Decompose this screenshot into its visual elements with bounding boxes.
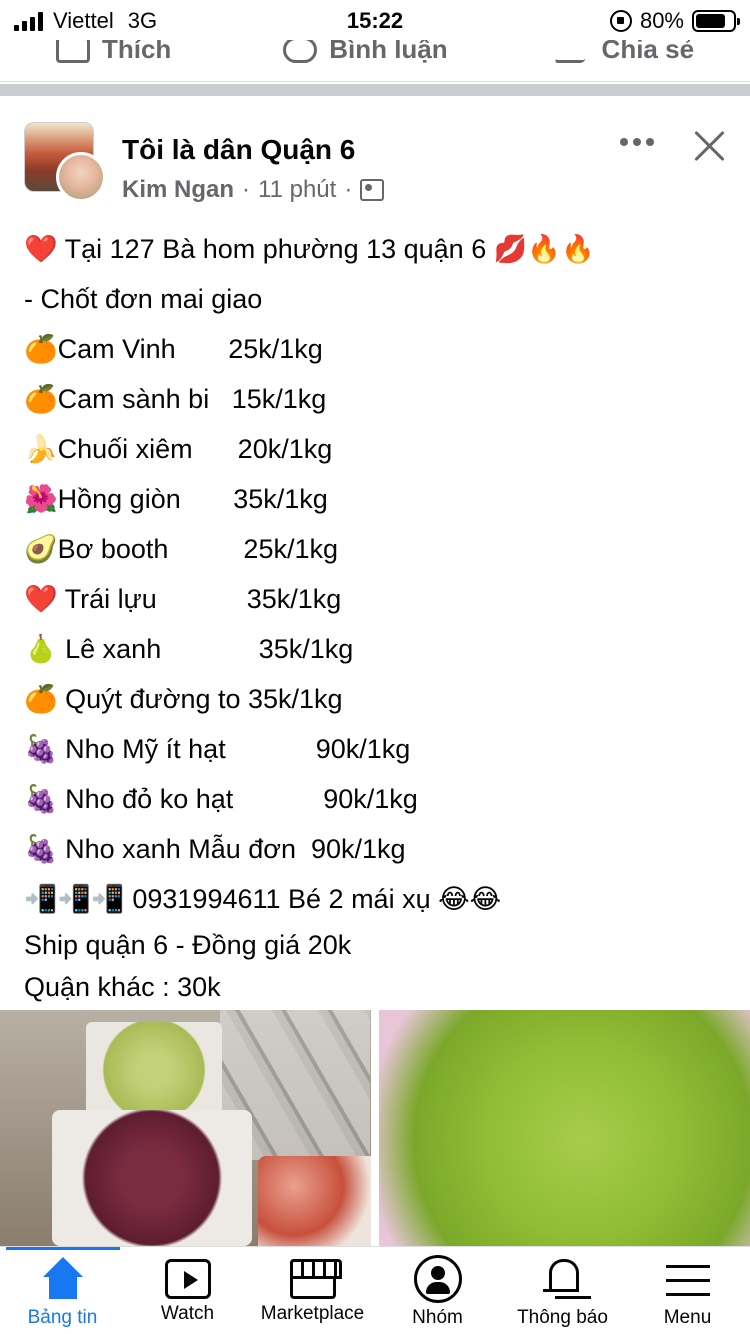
post-photos <box>0 1010 750 1246</box>
post-meta: Kim Ngan · 11 phút · <box>122 176 385 204</box>
post-line-text: Bơ booth 25k/1kg <box>57 534 338 564</box>
emoji: 🥑 <box>24 534 58 565</box>
post-line: 🥑Bơ booth 25k/1kg <box>24 524 734 574</box>
post-text: ❤️ Tại 127 Bà hom phường 13 quận 6 💋🔥🔥 - … <box>24 224 734 1008</box>
post-line-text: Nho Mỹ ít hạt 90k/1kg <box>57 734 411 764</box>
post-line: 🍇 Nho đỏ ko hạt 90k/1kg <box>24 774 734 824</box>
members-icon <box>360 179 385 201</box>
post-header: Tôi là dân Quận 6 Kim Ngan · 11 phút · <box>0 96 750 206</box>
emoji: 🍌 <box>24 434 58 465</box>
post-line: 🍊Cam sành bi 15k/1kg <box>24 374 734 424</box>
rotation-lock-icon <box>609 10 632 32</box>
emoji: 📲📲📲 <box>24 884 125 915</box>
feed-separator <box>0 84 750 96</box>
emoji: 🍐 <box>24 634 58 665</box>
share-icon <box>553 36 596 63</box>
post-line: Quận khác : 30k <box>24 972 221 1002</box>
tab-news-feed[interactable]: Bảng tin <box>0 1247 125 1334</box>
avatar[interactable] <box>56 152 106 202</box>
meta-separator: · <box>242 176 251 203</box>
post-line-text: Cam Vinh 25k/1kg <box>57 334 323 364</box>
tab-groups[interactable]: Nhóm <box>375 1247 500 1334</box>
tab-label: Thông báo <box>517 1307 608 1328</box>
emoji: 🍊 <box>24 684 58 715</box>
tab-label: Watch <box>160 1303 215 1324</box>
emoji: 🍇 <box>24 834 58 865</box>
tab-label: Nhóm <box>412 1307 463 1328</box>
marketplace-icon <box>289 1259 342 1299</box>
meta-separator: · <box>344 176 353 203</box>
post-line-text: Tại 127 Bà hom phường 13 quận 6 <box>57 234 494 264</box>
post-line-text: - Chốt đơn mai giao <box>24 284 263 314</box>
emoji: ❤️ <box>24 234 58 265</box>
post-line-text: Quýt đường to 35k/1kg <box>57 684 343 714</box>
post-line: 🍌Chuối xiêm 20k/1kg <box>24 424 734 474</box>
bottom-tab-bar: Bảng tin Watch Marketplace Nhóm Thông bá… <box>0 1246 750 1334</box>
groups-icon <box>413 1255 462 1303</box>
watch-icon <box>164 1259 211 1299</box>
post-time[interactable]: 11 phút <box>258 176 336 204</box>
author-name[interactable]: Kim Ngan <box>122 176 234 204</box>
emoji: 🍊 <box>24 334 58 365</box>
post-line-text: Lê xanh 35k/1kg <box>57 634 354 664</box>
post-line-text: Nho đỏ ko hạt 90k/1kg <box>57 784 418 814</box>
tab-marketplace[interactable]: Marketplace <box>250 1247 375 1334</box>
post-line-text: Chuối xiêm 20k/1kg <box>57 434 333 464</box>
emoji: 💋🔥🔥 <box>493 234 595 265</box>
post-line: 🍇 Nho Mỹ ít hạt 90k/1kg <box>24 724 734 774</box>
comment-icon <box>283 36 318 63</box>
menu-icon <box>664 1255 712 1303</box>
group-name[interactable]: Tôi là dân Quận 6 <box>122 134 355 166</box>
tab-label: Marketplace <box>260 1303 365 1324</box>
emoji: 🌺 <box>24 484 58 515</box>
emoji: 🍊 <box>24 384 58 415</box>
emoji: 🍇 <box>24 734 58 765</box>
tab-label: Bảng tin <box>27 1307 98 1328</box>
active-tab-indicator <box>6 1247 120 1250</box>
post-line-text: Hồng giòn 35k/1kg <box>57 484 328 514</box>
more-options-icon[interactable] <box>620 138 654 146</box>
home-icon <box>39 1255 87 1303</box>
tab-menu[interactable]: Menu <box>625 1247 750 1334</box>
post-line: 📲📲📲 0931994611 Bé 2 mái xụ 😂😂 <box>24 874 734 924</box>
status-bar: Viettel 3G 15:22 80% <box>0 0 750 40</box>
post-line: 🍊Cam Vinh 25k/1kg <box>24 324 734 374</box>
post-line: 🍊 Quýt đường to 35k/1kg <box>24 674 734 724</box>
emoji: 😂😂 <box>438 884 502 915</box>
post-line-text: 0931994611 Bé 2 mái xụ <box>124 884 439 914</box>
battery-percent: 80% <box>639 8 684 33</box>
emoji: 🍇 <box>24 784 58 815</box>
tab-watch[interactable]: Watch <box>125 1247 250 1334</box>
post-line: 🍐 Lê xanh 35k/1kg <box>24 624 734 674</box>
photo-green-grapes[interactable] <box>379 1010 750 1246</box>
emoji: ❤️ <box>24 584 58 615</box>
battery-icon <box>692 10 740 32</box>
post-line: - Chốt đơn mai giao <box>24 274 734 324</box>
thumbs-up-icon <box>55 36 90 63</box>
post-line: 🌺Hồng giòn 35k/1kg <box>24 474 734 524</box>
bell-icon <box>539 1255 587 1303</box>
post-line: ❤️ Trái lựu 35k/1kg <box>24 574 734 624</box>
post-line: 🍇 Nho xanh Mẫu đơn 90k/1kg <box>24 824 734 874</box>
close-icon[interactable] <box>692 126 728 162</box>
tab-label: Menu <box>663 1307 712 1328</box>
photo-fruit-boxes[interactable] <box>0 1010 371 1246</box>
tab-notifications[interactable]: Thông báo <box>500 1247 625 1334</box>
post-line: Ship quận 6 - Đồng giá 20k <box>24 930 352 960</box>
post-line-text: Cam sành bi 15k/1kg <box>57 384 327 414</box>
avatar-group[interactable] <box>24 122 106 202</box>
post-line: ❤️ Tại 127 Bà hom phường 13 quận 6 💋🔥🔥 <box>24 224 734 274</box>
post-line-text: Trái lựu 35k/1kg <box>57 584 342 614</box>
post-line-text: Nho xanh Mẫu đơn 90k/1kg <box>57 834 406 864</box>
